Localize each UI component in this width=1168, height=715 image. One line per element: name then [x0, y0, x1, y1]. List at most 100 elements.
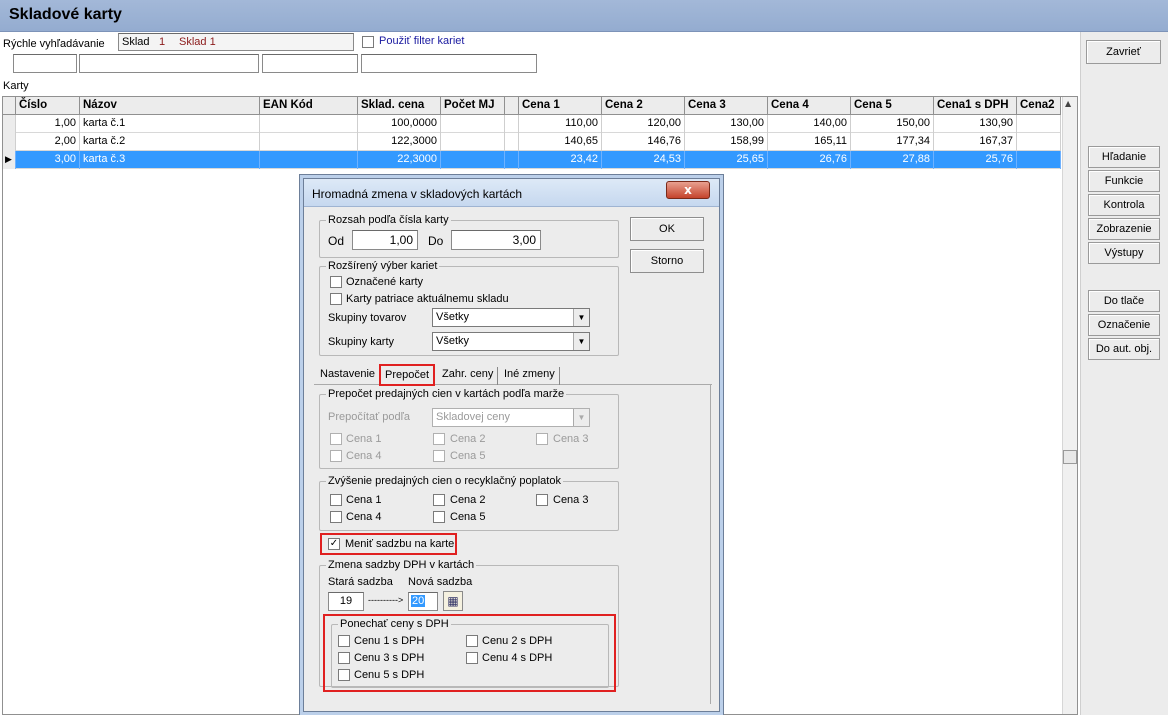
- recycle-cena3-checkbox[interactable]: [536, 494, 548, 506]
- marked-cards-checkbox[interactable]: [330, 276, 342, 288]
- scrollbar-thumb[interactable]: [1063, 450, 1077, 464]
- keep-vat-prices-label: Ponechať ceny s DPH: [338, 618, 451, 630]
- keep-cena4-checkbox[interactable]: [466, 652, 478, 664]
- recycle-fee-group: Zvýšenie predajných cien o recyklačný po…: [319, 475, 619, 531]
- grid-vertical-scrollbar[interactable]: ▲: [1062, 97, 1077, 714]
- col-header-cena1-dph[interactable]: Cena1 s DPH: [934, 97, 1017, 115]
- table-row-selected[interactable]: ▶ 3,00 karta č.3 22,3000 23,42 24,53 25,…: [3, 151, 1061, 169]
- scroll-up-icon[interactable]: ▲: [1065, 99, 1071, 108]
- col-header-pocet-mj[interactable]: Počet MJ: [441, 97, 505, 115]
- recalc-cena5-label: Cena 5: [450, 450, 486, 462]
- cell-cena3: 130,00: [685, 115, 768, 133]
- row-indicator[interactable]: [3, 115, 16, 133]
- col-header-cena4[interactable]: Cena 4: [768, 97, 851, 115]
- chevron-down-icon[interactable]: ▼: [573, 409, 589, 426]
- new-rate-label: Nová sadzba: [408, 576, 473, 588]
- cell-pocet-mj: [441, 133, 505, 151]
- outputs-button[interactable]: Výstupy: [1088, 242, 1160, 264]
- dialog-close-icon[interactable]: x: [666, 181, 710, 199]
- col-header-sklad-cena[interactable]: Sklad. cena: [358, 97, 441, 115]
- search-field-nazov[interactable]: [79, 54, 259, 73]
- new-rate-input[interactable]: 20: [408, 592, 438, 611]
- auto-order-button[interactable]: Do aut. obj.: [1088, 338, 1160, 360]
- col-header-cislo[interactable]: Číslo: [16, 97, 80, 115]
- cell-cislo: 1,00: [16, 115, 80, 133]
- recalc-group: Prepočet predajných cien v kartách podľa…: [319, 388, 619, 469]
- recalc-by-label: Prepočítať podľa: [328, 411, 410, 423]
- chevron-down-icon[interactable]: ▼: [573, 333, 589, 350]
- control-button[interactable]: Kontrola: [1088, 194, 1160, 216]
- product-groups-label: Skupiny tovarov: [328, 312, 407, 324]
- product-groups-select[interactable]: Všetky ▼: [432, 308, 590, 327]
- rate-lookup-icon[interactable]: ▦: [443, 591, 463, 611]
- recalc-cena2-checkbox[interactable]: [433, 433, 445, 445]
- old-rate-input[interactable]: 19: [328, 592, 364, 611]
- recycle-cena1-checkbox[interactable]: [330, 494, 342, 506]
- keep-vat-prices-group: Ponechať ceny s DPH Cenu 1 s DPH Cenu 2 …: [331, 618, 609, 688]
- change-rate-highlight: ✓ Meniť sadzbu na karte: [320, 533, 457, 555]
- col-header-cena2-dph[interactable]: Cena2: [1017, 97, 1061, 115]
- range-group: Rozsah podľa čísla karty Od 1,00 Do 3,00: [319, 214, 619, 258]
- tab-foreign-prices[interactable]: Zahr. ceny: [438, 367, 499, 385]
- to-print-button[interactable]: Do tlače: [1088, 290, 1160, 312]
- recycle-cena5-label: Cena 5: [450, 511, 486, 523]
- recalc-cena4-checkbox[interactable]: [330, 450, 342, 462]
- range-from-input[interactable]: 1,00: [352, 230, 418, 250]
- col-header-cena3[interactable]: Cena 3: [685, 97, 768, 115]
- recalc-by-select[interactable]: Skladovej ceny ▼: [432, 408, 590, 427]
- recalc-cena5-checkbox[interactable]: [433, 450, 445, 462]
- tab-other-changes[interactable]: Iné zmeny: [500, 367, 560, 385]
- col-header-nazov[interactable]: Názov: [80, 97, 260, 115]
- sklad-number: 1: [159, 36, 166, 48]
- recycle-cena2-checkbox[interactable]: [433, 494, 445, 506]
- table-row[interactable]: 1,00 karta č.1 100,0000 110,00 120,00 13…: [3, 115, 1061, 133]
- cell-sklad-cena: 22,3000: [358, 151, 441, 169]
- cell-ean: [260, 115, 358, 133]
- product-groups-value: Všetky: [436, 311, 470, 323]
- cell-cena2: 24,53: [602, 151, 685, 169]
- col-header-cena2[interactable]: Cena 2: [602, 97, 685, 115]
- col-header-cena5[interactable]: Cena 5: [851, 97, 934, 115]
- search-field-ean[interactable]: [262, 54, 358, 73]
- cell-cena2-dph: [1017, 133, 1061, 151]
- recycle-cena5-checkbox[interactable]: [433, 511, 445, 523]
- marking-button[interactable]: Označenie: [1088, 314, 1160, 336]
- ok-button[interactable]: OK: [630, 217, 704, 241]
- cell-cena1: 110,00: [519, 115, 602, 133]
- keep-cena5-checkbox[interactable]: [338, 669, 350, 681]
- card-groups-select[interactable]: Všetky ▼: [432, 332, 590, 351]
- keep-cena1-checkbox[interactable]: [338, 635, 350, 647]
- row-indicator[interactable]: [3, 133, 16, 151]
- tab-recalculation[interactable]: Prepočet: [379, 364, 436, 386]
- keep-cena3-checkbox[interactable]: [338, 652, 350, 664]
- col-header-cena1[interactable]: Cena 1: [519, 97, 602, 115]
- cell-cena3: 25,65: [685, 151, 768, 169]
- cell-cena5: 177,34: [851, 133, 934, 151]
- functions-button[interactable]: Funkcie: [1088, 170, 1160, 192]
- table-row[interactable]: 2,00 karta č.2 122,3000 140,65 146,76 15…: [3, 133, 1061, 151]
- recalc-cena3-label: Cena 3: [553, 433, 589, 445]
- close-button[interactable]: Zavrieť: [1086, 40, 1161, 64]
- recycle-cena4-label: Cena 4: [346, 511, 382, 523]
- search-field-cislo[interactable]: [13, 54, 77, 73]
- change-rate-checkbox[interactable]: ✓: [328, 538, 340, 550]
- keep-cena2-checkbox[interactable]: [466, 635, 478, 647]
- recycle-cena4-checkbox[interactable]: [330, 511, 342, 523]
- display-button[interactable]: Zobrazenie: [1088, 218, 1160, 240]
- recalc-group-label: Prepočet predajných cien v kartách podľa…: [326, 388, 567, 400]
- old-rate-label: Stará sadzba: [328, 576, 393, 588]
- current-stock-checkbox[interactable]: [330, 293, 342, 305]
- use-filter-checkbox[interactable]: [362, 36, 374, 48]
- recalc-cena3-checkbox[interactable]: [536, 433, 548, 445]
- cancel-button[interactable]: Storno: [630, 249, 704, 273]
- use-filter-label: Použiť filter kariet: [379, 35, 465, 47]
- tab-settings[interactable]: Nastavenie: [316, 367, 379, 385]
- chevron-down-icon[interactable]: ▼: [573, 309, 589, 326]
- current-row-arrow-icon[interactable]: ▶: [3, 151, 16, 169]
- col-header-ean[interactable]: EAN Kód: [260, 97, 358, 115]
- range-to-input[interactable]: 3,00: [451, 230, 541, 250]
- cell-cena1-dph: 167,37: [934, 133, 1017, 151]
- recalc-cena1-checkbox[interactable]: [330, 433, 342, 445]
- search-field-extra[interactable]: [361, 54, 537, 73]
- search-button[interactable]: Hľadanie: [1088, 146, 1160, 168]
